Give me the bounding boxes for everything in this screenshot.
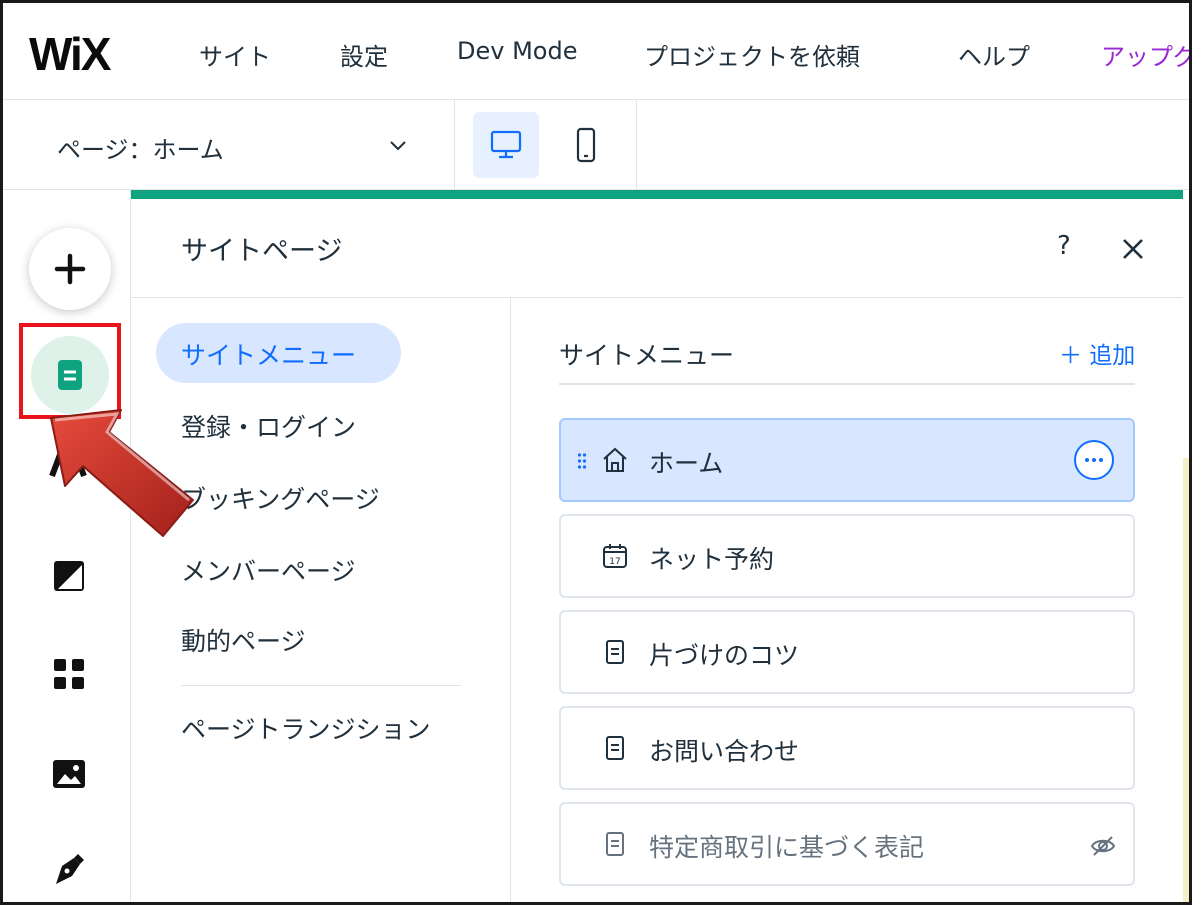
menu-site[interactable]: サイト — [199, 37, 271, 72]
hidden-eye-icon — [1090, 836, 1116, 856]
menu-settings[interactable]: 設定 — [340, 37, 388, 72]
page-row-label: ネット予約 — [649, 545, 775, 574]
menu-dev-mode[interactable]: Dev Mode — [457, 37, 577, 65]
pages-button-highlight — [19, 323, 121, 419]
nav-divider — [181, 685, 461, 686]
nav-item-page-transitions[interactable]: ページトランジション — [181, 710, 431, 746]
site-pages-panel: サイトページ ? サイトメニュー 登録・ログイン ブッキングページ メンバーペー… — [131, 199, 1183, 902]
page-row-home[interactable]: ホーム — [559, 418, 1135, 502]
more-icon — [1085, 458, 1103, 462]
nav-item-signup-login[interactable]: 登録・ログイン — [181, 408, 356, 444]
content-title: サイトメニュー — [559, 341, 735, 370]
page-icon — [606, 640, 624, 664]
pages-category-nav: サイトメニュー 登録・ログイン ブッキングページ メンバーページ 動的ページ ペ… — [131, 298, 511, 902]
panel-title: サイトページ — [181, 236, 343, 267]
page-row-tidy-tips[interactable]: 片づけのコツ — [559, 610, 1135, 694]
apps-icon — [54, 659, 84, 689]
home-icon — [603, 447, 627, 472]
page-row-booking[interactable]: 17 ネット予約 — [559, 514, 1135, 598]
menu-upgrade[interactable]: アップグ — [1101, 37, 1189, 72]
draw-button[interactable] — [45, 846, 93, 894]
site-menu-content: サイトメニュー ＋ 追加 ホーム 17 ネット予約 片づけのコツ お問い合わせ … — [511, 298, 1183, 902]
menu-help[interactable]: ヘルプ — [958, 37, 1030, 72]
page-row-label: お問い合わせ — [649, 737, 800, 766]
annotation-arrow — [50, 409, 194, 537]
panel-header: サイトページ ? — [131, 199, 1183, 298]
close-icon[interactable] — [1119, 235, 1147, 263]
nav-item-dynamic-pages[interactable]: 動的ページ — [181, 622, 306, 658]
calendar-icon: 17 — [603, 544, 627, 568]
help-button[interactable]: ? — [1057, 231, 1071, 261]
add-page-button[interactable]: ＋ 追加 — [1059, 336, 1135, 370]
top-menu-bar: WiX サイト 設定 Dev Mode プロジェクトを依頼 ヘルプ アップグ — [3, 3, 1189, 100]
mobile-view-button[interactable] — [553, 112, 619, 178]
page-row-contact[interactable]: お問い合わせ — [559, 706, 1135, 790]
mobile-icon — [576, 127, 596, 163]
nav-item-member-pages[interactable]: メンバーページ — [181, 552, 356, 588]
content-divider — [559, 383, 1135, 385]
page-row-label: 片づけのコツ — [649, 641, 800, 670]
menu-hire-professional[interactable]: プロジェクトを依頼 — [644, 37, 860, 72]
page-selector-dropdown[interactable]: ページ：ホーム — [3, 100, 455, 189]
add-icon — [54, 253, 86, 285]
theme-icon — [54, 561, 84, 591]
page-row-commercial-law[interactable]: 特定商取引に基づく表記 — [559, 802, 1135, 886]
page-icon — [606, 736, 624, 760]
add-elements-button[interactable] — [29, 228, 111, 310]
media-button[interactable] — [45, 750, 93, 798]
wix-logo: WiX — [29, 28, 111, 80]
drag-handle-icon[interactable] — [577, 452, 587, 470]
wix-editor-window: WiX サイト 設定 Dev Mode プロジェクトを依頼 ヘルプ アップグ ペ… — [0, 0, 1192, 905]
device-switcher — [455, 100, 637, 189]
canvas-edge — [1183, 190, 1189, 902]
page-toolbar: ページ：ホーム — [3, 100, 1189, 190]
chevron-down-icon — [390, 141, 406, 151]
panel-accent-bar — [131, 190, 1183, 199]
desktop-icon — [490, 130, 522, 159]
theme-button[interactable] — [45, 552, 93, 600]
media-icon — [53, 760, 85, 788]
pen-icon — [56, 854, 84, 884]
svg-text:17: 17 — [609, 557, 620, 567]
page-selector-label: ページ：ホーム — [57, 136, 224, 164]
canvas-section-edge — [1183, 458, 1189, 902]
apps-button[interactable] — [45, 650, 93, 698]
page-icon — [606, 832, 624, 856]
nav-item-booking-pages[interactable]: ブッキングページ — [181, 480, 380, 516]
desktop-view-button[interactable] — [473, 112, 539, 178]
page-more-actions-button[interactable] — [1074, 440, 1114, 480]
nav-item-site-menu[interactable]: サイトメニュー — [181, 336, 356, 372]
page-row-label: 特定商取引に基づく表記 — [649, 833, 925, 862]
page-row-label: ホーム — [649, 449, 724, 478]
